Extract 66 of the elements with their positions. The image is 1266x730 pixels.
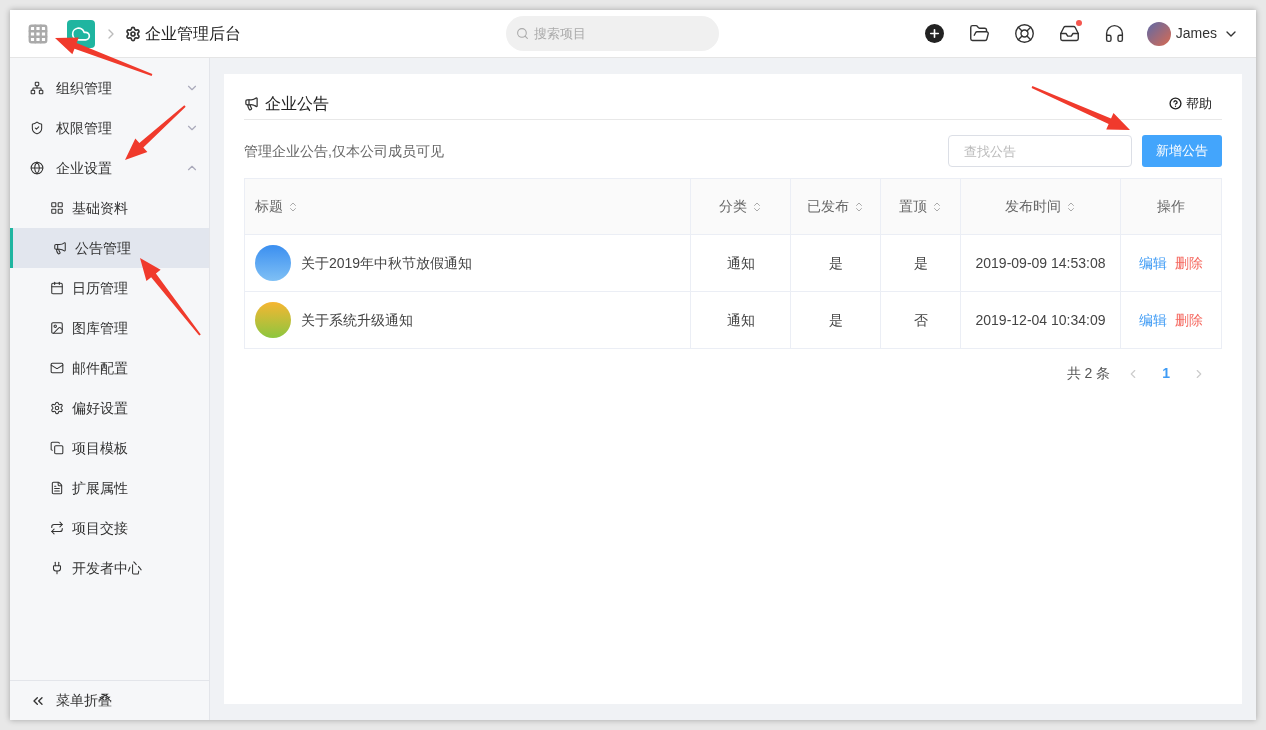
menu-item[interactable]: 偏好设置 (10, 388, 209, 428)
menu-item[interactable]: 扩展属性 (10, 468, 209, 508)
swap-icon (50, 521, 64, 535)
inbox-icon[interactable] (1058, 23, 1080, 44)
table-cell-text: 是 (828, 310, 843, 330)
image-icon (50, 321, 64, 335)
annotation-arrow (125, 105, 186, 160)
search-icon (516, 27, 529, 40)
page-title: 企业公告 (265, 93, 329, 114)
menu-group[interactable]: 组织管理 (10, 68, 209, 108)
gear-icon (125, 25, 141, 42)
folder-icon[interactable] (968, 23, 990, 44)
headset-icon[interactable] (1103, 23, 1125, 44)
menu-group[interactable]: 企业设置 (10, 148, 209, 188)
thumbnail-image (255, 245, 291, 281)
help-link[interactable]: 帮助 (1186, 93, 1212, 114)
megaphone-icon (53, 241, 67, 255)
table-cell-text: 是 (913, 253, 928, 273)
total-count: 共 2 条 (1066, 364, 1111, 383)
table-cell-text: 2019-09-09 14:53:08 (975, 253, 1106, 273)
grid-icon (50, 201, 64, 215)
menu-item[interactable]: 项目模板 (10, 428, 209, 468)
column-header: 操作 (1156, 197, 1186, 216)
menu-item[interactable]: 图库管理 (10, 308, 209, 348)
lifebuoy-icon[interactable] (1013, 23, 1035, 44)
megaphone-icon (244, 96, 259, 111)
copy-icon (50, 441, 64, 455)
menu-item[interactable]: 邮件配置 (10, 348, 209, 388)
menu-item[interactable]: 基础资料 (10, 188, 209, 228)
network-icon (30, 81, 44, 95)
column-header[interactable]: 置顶 (881, 179, 961, 234)
menu-item[interactable]: 项目交接 (10, 508, 209, 548)
apps-grid-icon[interactable] (27, 22, 49, 45)
thumbnail-image (255, 302, 291, 338)
column-header[interactable]: 已发布 (791, 179, 881, 234)
table-cell-text: 是 (828, 253, 843, 273)
collapse-menu-button[interactable]: 菜单折叠 (10, 680, 209, 720)
shield-icon (30, 121, 44, 135)
sort-icon[interactable] (287, 200, 299, 213)
column-header[interactable]: 发布时间 (961, 179, 1121, 234)
globe-icon (30, 161, 44, 175)
search-field[interactable]: 查找公告 (948, 135, 1132, 167)
document-icon (50, 481, 64, 495)
table-cell-text: 通知 (726, 253, 755, 273)
table-cell-text: 关于2019年中秋节放假通知 (301, 253, 473, 273)
menu-group[interactable]: 权限管理 (10, 108, 209, 148)
menu-item[interactable]: 公告管理 (10, 228, 209, 268)
column-header[interactable]: 标题 (245, 179, 691, 234)
menu-item[interactable]: 开发者中心 (10, 548, 209, 588)
gear-icon (50, 401, 64, 415)
search-field[interactable]: 搜索项目 (506, 16, 719, 51)
table-cell-text: 通知 (726, 310, 755, 330)
add-icon[interactable] (924, 24, 944, 43)
user-name[interactable]: James (1175, 23, 1217, 44)
app-title: 企业管理后台 (145, 23, 241, 44)
user-avatar[interactable] (1146, 21, 1171, 46)
menu-item[interactable]: 日历管理 (10, 268, 209, 308)
column-header[interactable]: 分类 (691, 179, 791, 234)
calendar-icon (50, 281, 64, 295)
table-cell-text: 否 (913, 310, 928, 330)
page-description: 管理企业公告,仅本公司成员可见 (244, 141, 444, 161)
plug-icon (50, 561, 64, 575)
table-cell-text: 2019-12-04 10:34:09 (975, 310, 1106, 330)
mail-icon (50, 361, 64, 375)
help-icon[interactable] (1169, 97, 1182, 110)
table-cell-text: 关于系统升级通知 (301, 310, 413, 330)
